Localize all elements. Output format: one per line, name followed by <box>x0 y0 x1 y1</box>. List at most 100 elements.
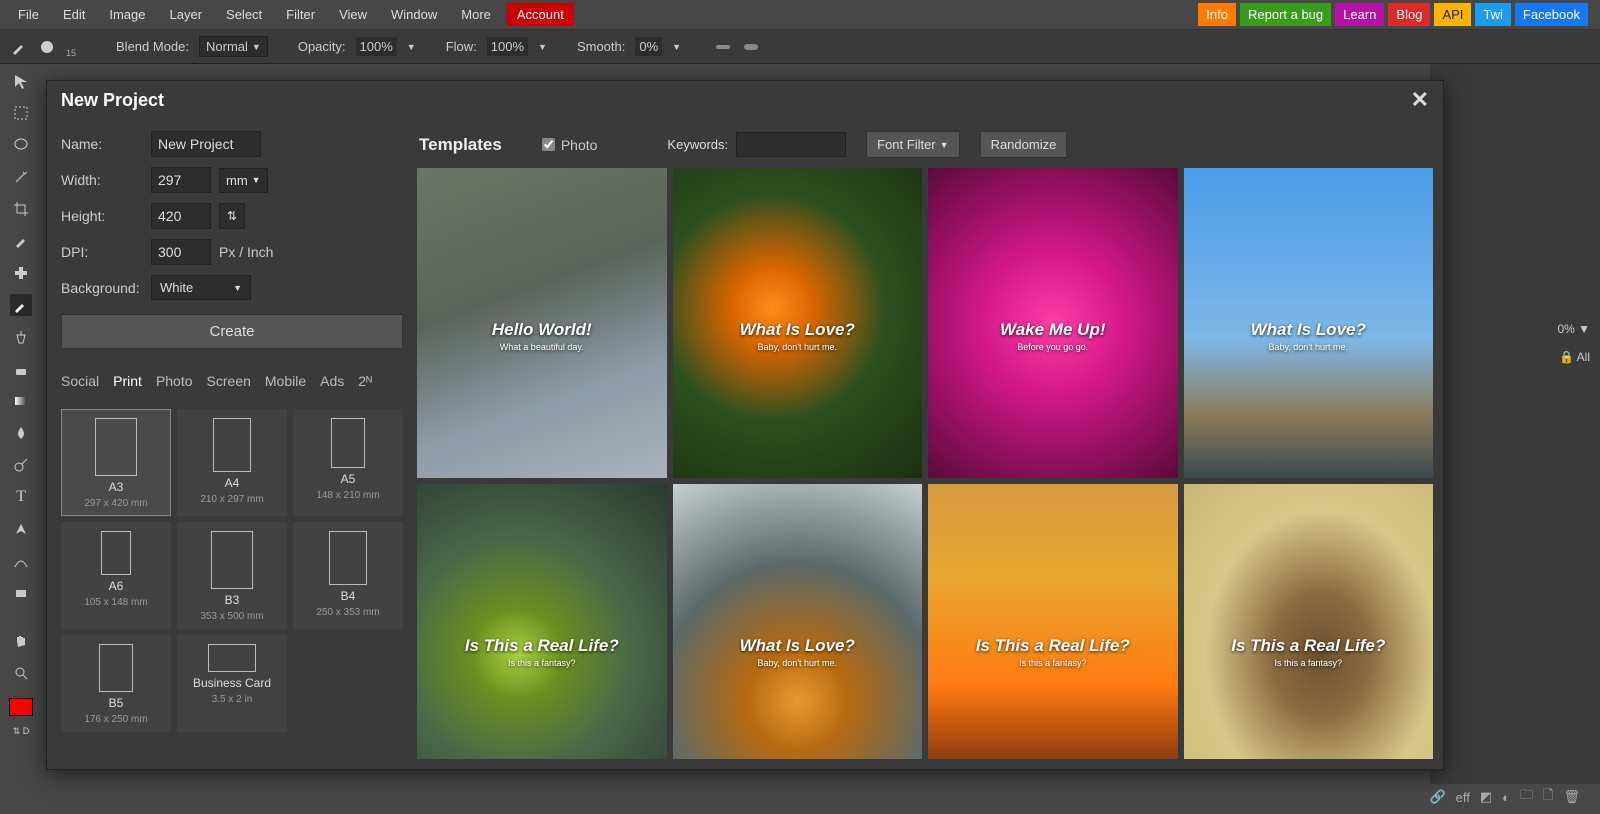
brush-tool-icon[interactable] <box>10 294 32 316</box>
gradient-tool-icon[interactable] <box>10 390 32 412</box>
preset-tab-2ᴺ[interactable]: 2ᴺ <box>358 371 372 391</box>
menu-layer[interactable]: Layer <box>158 1 215 28</box>
badge-twitter[interactable]: Twi <box>1475 3 1511 26</box>
eyedropper-tool-icon[interactable] <box>10 230 32 252</box>
badge-blog[interactable]: Blog <box>1388 3 1430 26</box>
new-project-dialog: New Project ✕ Name: Width: mm ▼ Height: … <box>46 80 1444 770</box>
keywords-input[interactable] <box>736 132 846 157</box>
menu-account[interactable]: Account <box>507 3 574 26</box>
menu-filter[interactable]: Filter <box>274 1 327 28</box>
menu-file[interactable]: File <box>6 1 51 28</box>
menu-select[interactable]: Select <box>214 1 274 28</box>
menu-image[interactable]: Image <box>97 1 157 28</box>
menu-view[interactable]: View <box>327 1 379 28</box>
hand-tool-icon[interactable] <box>10 630 32 652</box>
preset-b3[interactable]: B3353 x 500 mm <box>177 522 287 629</box>
menu-more[interactable]: More <box>449 1 503 28</box>
preset-tab-social[interactable]: Social <box>61 371 99 391</box>
preset-tab-photo[interactable]: Photo <box>156 371 193 391</box>
color-swatch[interactable] <box>9 698 33 716</box>
preset-b4[interactable]: B4250 x 353 mm <box>293 522 403 629</box>
template-card-3[interactable]: What Is Love?Baby, don't hurt me. <box>1184 168 1434 478</box>
badge-facebook[interactable]: Facebook <box>1515 3 1588 26</box>
dpi-input[interactable] <box>151 239 211 265</box>
unit-select[interactable]: mm ▼ <box>219 168 268 193</box>
mask-icon[interactable]: ◩ <box>1480 789 1492 805</box>
clone-tool-icon[interactable] <box>10 326 32 348</box>
badge-info[interactable]: Info <box>1198 3 1236 26</box>
dialog-settings: Name: Width: mm ▼ Height: ⇅ DPI: Px / In… <box>47 119 417 769</box>
flow-label: Flow: <box>446 39 477 54</box>
preset-a4[interactable]: A4210 x 297 mm <box>177 409 287 516</box>
create-button[interactable]: Create <box>61 314 403 349</box>
preset-b5[interactable]: B5176 x 250 mm <box>61 635 171 732</box>
close-icon[interactable]: ✕ <box>1411 87 1429 113</box>
adjustment-icon[interactable]: ◐ <box>1502 790 1510 805</box>
marquee-tool-icon[interactable] <box>10 102 32 124</box>
background-select[interactable]: White▼ <box>151 275 251 300</box>
smooth-value[interactable]: 0% <box>635 37 662 56</box>
preset-tab-mobile[interactable]: Mobile <box>265 371 306 391</box>
pen-tool-icon[interactable] <box>10 518 32 540</box>
blend-mode-select[interactable]: Normal▼ <box>199 36 268 57</box>
dpi-label: DPI: <box>61 244 143 260</box>
opacity-drop-icon[interactable]: ▼ <box>407 42 416 52</box>
preset-a5[interactable]: A5148 x 210 mm <box>293 409 403 516</box>
flow-value[interactable]: 100% <box>487 37 528 56</box>
template-card-0[interactable]: Hello World!What a beautiful day. <box>417 168 667 478</box>
preset-business-card[interactable]: Business Card3.5 x 2 in <box>177 635 287 732</box>
name-input[interactable] <box>151 131 261 157</box>
trash-icon[interactable]: 🗑 <box>1563 789 1580 805</box>
template-card-6[interactable]: Is This a Real Life?Is this a fantasy? <box>928 484 1178 759</box>
swap-wh-button[interactable]: ⇅ <box>219 203 245 229</box>
top-badges: Info Report a bug Learn Blog API Twi Fac… <box>1198 3 1594 26</box>
preset-tab-print[interactable]: Print <box>113 371 142 391</box>
opacity-value[interactable]: 100% <box>356 37 397 56</box>
panel-opacity-value[interactable]: 0% ▼ <box>1557 322 1590 336</box>
width-input[interactable] <box>151 167 211 193</box>
eff-label[interactable]: eff <box>1456 790 1470 805</box>
photo-checkbox[interactable]: Photo <box>542 137 598 153</box>
preset-tab-ads[interactable]: Ads <box>320 371 344 391</box>
pressure-opacity-icon[interactable] <box>715 38 733 56</box>
brush-tip-icon[interactable] <box>38 38 56 56</box>
badge-learn[interactable]: Learn <box>1335 3 1384 26</box>
menu-window[interactable]: Window <box>379 1 449 28</box>
zoom-tool-icon[interactable] <box>10 662 32 684</box>
flow-drop-icon[interactable]: ▼ <box>538 42 547 52</box>
folder-icon[interactable]: 🗀 <box>1520 786 1533 808</box>
preset-a6[interactable]: A6105 x 148 mm <box>61 522 171 629</box>
preset-tab-screen[interactable]: Screen <box>207 371 251 391</box>
template-card-5[interactable]: What Is Love?Baby, don't hurt me. <box>673 484 923 759</box>
template-card-2[interactable]: Wake Me Up!Before you go go. <box>928 168 1178 478</box>
blur-tool-icon[interactable] <box>10 422 32 444</box>
move-tool-icon[interactable] <box>10 70 32 92</box>
link-icon[interactable]: 🔗 <box>1429 789 1445 805</box>
font-filter-button[interactable]: Font Filter ▼ <box>866 131 959 158</box>
brush-preview-icon[interactable] <box>10 38 28 56</box>
wand-tool-icon[interactable] <box>10 166 32 188</box>
crop-tool-icon[interactable] <box>10 198 32 220</box>
smooth-drop-icon[interactable]: ▼ <box>672 42 681 52</box>
height-input[interactable] <box>151 203 211 229</box>
type-tool-icon[interactable]: T <box>10 486 32 508</box>
randomize-button[interactable]: Randomize <box>980 131 1068 158</box>
pressure-size-icon[interactable] <box>743 38 761 56</box>
preset-a3[interactable]: A3297 x 420 mm <box>61 409 171 516</box>
dodge-tool-icon[interactable] <box>10 454 32 476</box>
new-layer-icon[interactable]: 🗋 <box>1543 786 1553 808</box>
badge-api[interactable]: API <box>1434 3 1471 26</box>
template-card-7[interactable]: Is This a Real Life?Is this a fantasy? <box>1184 484 1434 759</box>
path-tool-icon[interactable] <box>10 550 32 572</box>
eraser-tool-icon[interactable] <box>10 358 32 380</box>
badge-report-bug[interactable]: Report a bug <box>1240 3 1331 26</box>
swap-colors-label[interactable]: ⇅ D <box>13 726 30 737</box>
healing-tool-icon[interactable] <box>10 262 32 284</box>
template-card-1[interactable]: What Is Love?Baby, don't hurt me. <box>673 168 923 478</box>
menu-edit[interactable]: Edit <box>51 1 97 28</box>
shape-tool-icon[interactable] <box>10 582 32 604</box>
lasso-tool-icon[interactable] <box>10 134 32 156</box>
templates-heading: Templates <box>419 135 502 155</box>
template-card-4[interactable]: Is This a Real Life?Is this a fantasy? <box>417 484 667 759</box>
panel-lock-all[interactable]: 🔒 All <box>1559 350 1590 364</box>
